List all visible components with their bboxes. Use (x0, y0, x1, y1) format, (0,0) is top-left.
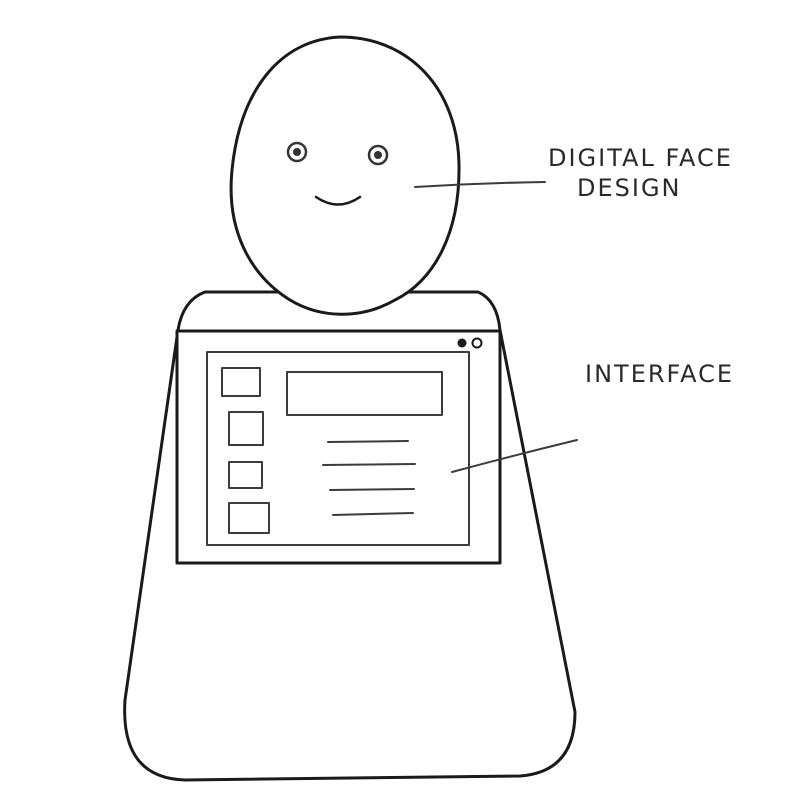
interface-screen-frame (175, 329, 502, 565)
label-design: DESIGN (577, 174, 682, 202)
label-interface: INTERFACE (585, 360, 734, 388)
window-dot-hollow (471, 337, 483, 349)
window-dot-filled (457, 338, 467, 348)
content-line (327, 440, 409, 443)
content-line (329, 488, 415, 491)
content-line (322, 463, 416, 466)
robot-head (229, 35, 461, 316)
robot-sketch: DIGITAL FACE DESIGN INTERFACE (123, 35, 734, 782)
label-digital-face: DIGITAL FACE (548, 144, 733, 172)
